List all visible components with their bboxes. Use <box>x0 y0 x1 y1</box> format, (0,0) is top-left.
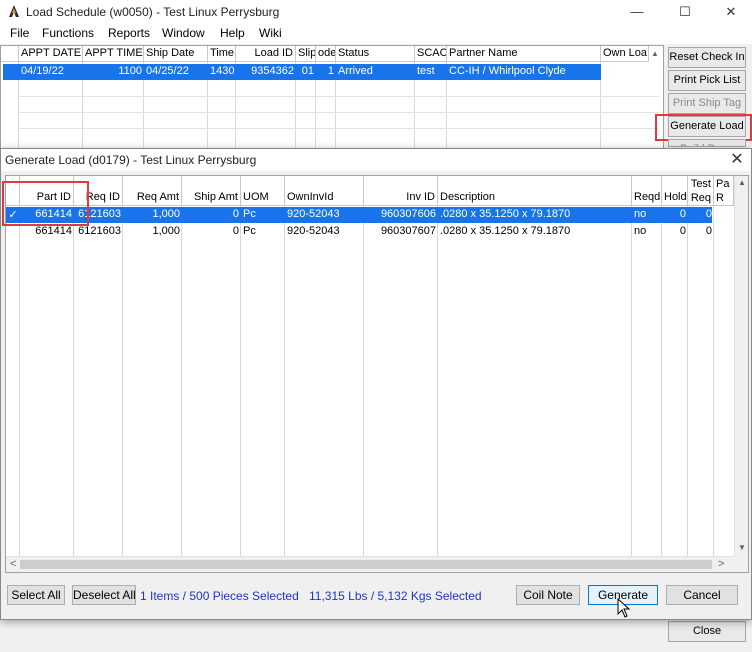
menu-file[interactable]: File <box>10 26 29 40</box>
menu-help[interactable]: Help <box>220 26 245 40</box>
load-schedule-grid[interactable]: APPT DATE APPT TIME Ship Date Time Load … <box>0 45 664 165</box>
cell-req-amt: 1,000 <box>152 208 180 220</box>
cell-reqd: no <box>634 208 647 220</box>
scroll-left-arrow[interactable]: < <box>10 558 16 570</box>
minimize-button[interactable]: — <box>614 0 660 24</box>
column-header-pa-r[interactable]: Pa R <box>714 176 734 206</box>
row-check-icon[interactable] <box>6 224 20 240</box>
menu-wiki[interactable]: Wiki <box>259 26 282 40</box>
cell-hold: 0 <box>679 208 686 220</box>
column-header-time[interactable]: Time <box>208 46 236 62</box>
cell-scac: test <box>417 65 435 77</box>
coil-note-button[interactable]: Coil Note <box>516 585 580 605</box>
menu-functions[interactable]: Functions <box>42 26 94 40</box>
cell-ship-amt: 0 <box>232 225 239 237</box>
cell-partner-name: CC-IH / Whirlpool Clyde <box>449 65 566 77</box>
reset-check-in-button[interactable]: Reset Check In <box>668 47 746 68</box>
cell-part-id: 661414 <box>35 225 72 237</box>
column-header-code[interactable]: ode <box>316 46 336 62</box>
maximize-button[interactable]: ☐ <box>662 0 708 24</box>
cell-hold: 0 <box>679 225 686 237</box>
column-header-scac[interactable]: SCAC <box>415 46 447 62</box>
select-all-button[interactable]: Select All <box>7 585 65 605</box>
scroll-up-arrow[interactable]: ▲ <box>738 178 746 187</box>
column-header-own-inv-id[interactable]: OwnInvId <box>285 176 364 206</box>
cell-inv-id: 960307607 <box>380 225 436 237</box>
column-header-hold[interactable]: Hold <box>662 176 688 206</box>
cell-slip: 01 <box>301 65 314 77</box>
cancel-button[interactable]: Cancel <box>666 585 738 605</box>
close-window-button[interactable]: ✕ <box>708 0 752 24</box>
column-header-uom[interactable]: UOM <box>241 176 285 206</box>
cell-time: 1430 <box>210 65 235 77</box>
column-header-inv-id[interactable]: Inv ID <box>364 176 438 206</box>
cell-inv-id: 960307606 <box>380 208 436 220</box>
cell-description: .0280 x 35.1250 x 79.1870 <box>440 225 571 237</box>
column-header-test-req[interactable]: Test Req <box>688 176 714 206</box>
main-window-title: Load Schedule (w0050) - Test Linux Perry… <box>26 5 280 19</box>
horizontal-scrollbar[interactable]: < > <box>6 556 734 572</box>
cell-code: 1 <box>327 65 334 77</box>
selection-summary: 1 Items / 500 Pieces Selected <box>140 589 299 603</box>
cell-req-id: 6121603 <box>78 225 121 237</box>
column-header-ship-date[interactable]: Ship Date <box>144 46 208 62</box>
column-header-slip[interactable]: Slip <box>296 46 316 62</box>
column-header-appt-time[interactable]: APPT TIME <box>83 46 144 62</box>
column-header-description[interactable]: Description <box>438 176 632 206</box>
cell-own-inv-id: 920-52043 <box>287 225 340 237</box>
cell-description: .0280 x 35.1250 x 79.1870 <box>440 208 571 220</box>
scroll-up-arrow[interactable]: ▲ <box>651 49 659 58</box>
scroll-corner <box>734 556 748 572</box>
deselect-all-button[interactable]: Deselect All <box>72 585 136 605</box>
cell-uom: Pc <box>243 225 256 237</box>
generate-load-highlight <box>655 114 752 141</box>
column-header-ship-amt[interactable]: Ship Amt <box>182 176 241 206</box>
mouse-cursor-icon <box>617 598 631 618</box>
generate-load-dialog: Generate Load (d0179) - Test Linux Perry… <box>0 148 752 620</box>
vertical-scrollbar[interactable]: ▲ ▼ <box>734 176 748 556</box>
scroll-down-arrow[interactable]: ▼ <box>738 543 746 552</box>
cell-req-amt: 1,000 <box>152 225 180 237</box>
print-ship-tag-button[interactable]: Print Ship Tag <box>668 93 746 114</box>
cell-test-req: 0 <box>705 225 712 237</box>
column-header-reqd[interactable]: Reqd <box>632 176 662 206</box>
column-header-appt-date[interactable]: APPT DATE <box>19 46 83 62</box>
column-header-status[interactable]: Status <box>336 46 415 62</box>
weight-summary: 11,315 Lbs / 5,132 Kgs Selected <box>309 589 482 603</box>
part-id-highlight <box>2 181 89 226</box>
grid-corner <box>1 46 19 62</box>
cell-appt-time: 1100 <box>118 65 142 77</box>
cell-status: Arrived <box>338 65 373 77</box>
column-header-own-load[interactable]: Own Loa <box>601 46 649 62</box>
cell-own-inv-id: 920-52043 <box>287 208 340 220</box>
cell-load-id: 9354362 <box>251 65 294 77</box>
cell-uom: Pc <box>243 208 256 220</box>
print-pick-list-button[interactable]: Print Pick List <box>668 70 746 91</box>
build-done-button[interactable]: Build Done <box>668 139 746 147</box>
inventory-grid[interactable]: Part ID Req ID Req Amt Ship Amt UOM OwnI… <box>5 175 749 573</box>
app-icon <box>9 5 19 17</box>
menu-window[interactable]: Window <box>162 26 205 40</box>
cell-reqd: no <box>634 225 647 237</box>
horizontal-scroll-thumb[interactable] <box>20 560 712 569</box>
menu-reports[interactable]: Reports <box>108 26 150 40</box>
cell-appt-date: 04/19/22 <box>21 65 64 77</box>
cell-test-req: 0 <box>705 208 712 220</box>
column-header-load-id[interactable]: Load ID <box>236 46 296 62</box>
cell-ship-amt: 0 <box>232 208 239 220</box>
scroll-right-arrow[interactable]: > <box>718 558 724 570</box>
close-button[interactable]: Close <box>668 621 746 642</box>
dialog-title: Generate Load (d0179) - Test Linux Perry… <box>5 153 257 167</box>
column-header-req-amt[interactable]: Req Amt <box>123 176 182 206</box>
cell-ship-date: 04/25/22 <box>146 65 189 77</box>
column-header-partner-name[interactable]: Partner Name <box>447 46 601 62</box>
dialog-close-icon[interactable]: ✕ <box>725 149 749 171</box>
